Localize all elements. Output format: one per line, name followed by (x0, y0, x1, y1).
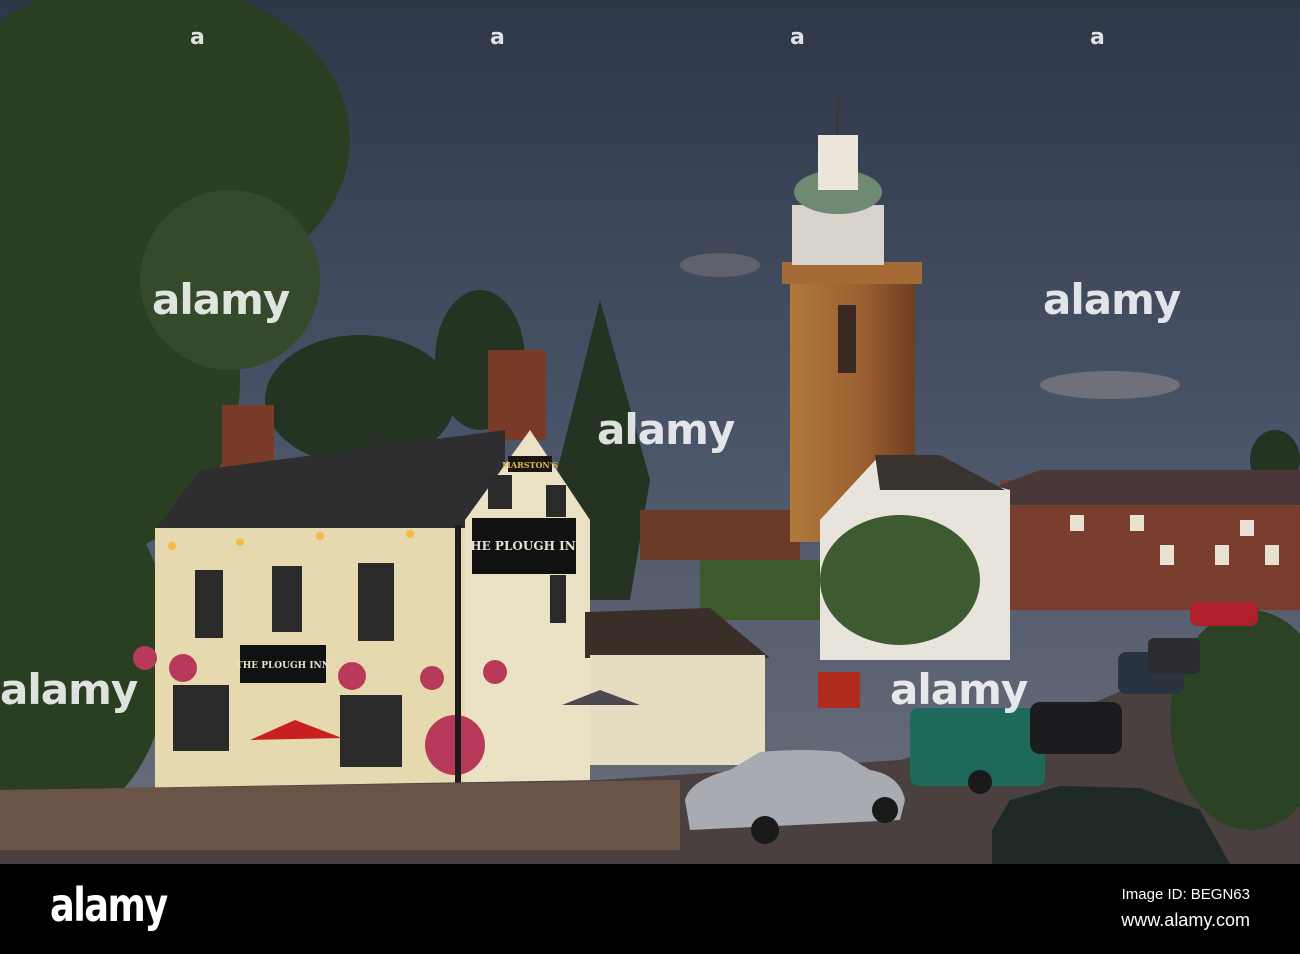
watermark-logo: alamy (597, 405, 735, 454)
footer-bar: alamy Image ID: BEGN63 www.alamy.com (0, 864, 1300, 954)
alamy-logo: alamy (50, 878, 168, 932)
image-id: Image ID: BEGN63 (1121, 886, 1250, 903)
gable-sign: THE PLOUGH INN (461, 539, 586, 553)
photo: THE PLOUGH INN MARSTON'S THE PLOUGH INN (0, 0, 1300, 954)
brewery-sign: MARSTON'S (502, 460, 558, 470)
watermark-mark: a (1090, 25, 1105, 50)
cloud (1040, 371, 1180, 399)
site-url: www.alamy.com (1121, 910, 1250, 930)
watermark-mark: a (490, 25, 505, 50)
pavement (0, 780, 680, 850)
watermark-logo: alamy (890, 665, 1028, 714)
cloud (680, 253, 760, 277)
watermark-logo: alamy (0, 665, 138, 714)
watermark-logo: alamy (152, 275, 290, 324)
watermark-mark: a (190, 25, 205, 50)
front-sign: THE PLOUGH INN (236, 661, 330, 671)
watermark-logo: alamy (1043, 275, 1181, 324)
watermark-mark: a (790, 25, 805, 50)
